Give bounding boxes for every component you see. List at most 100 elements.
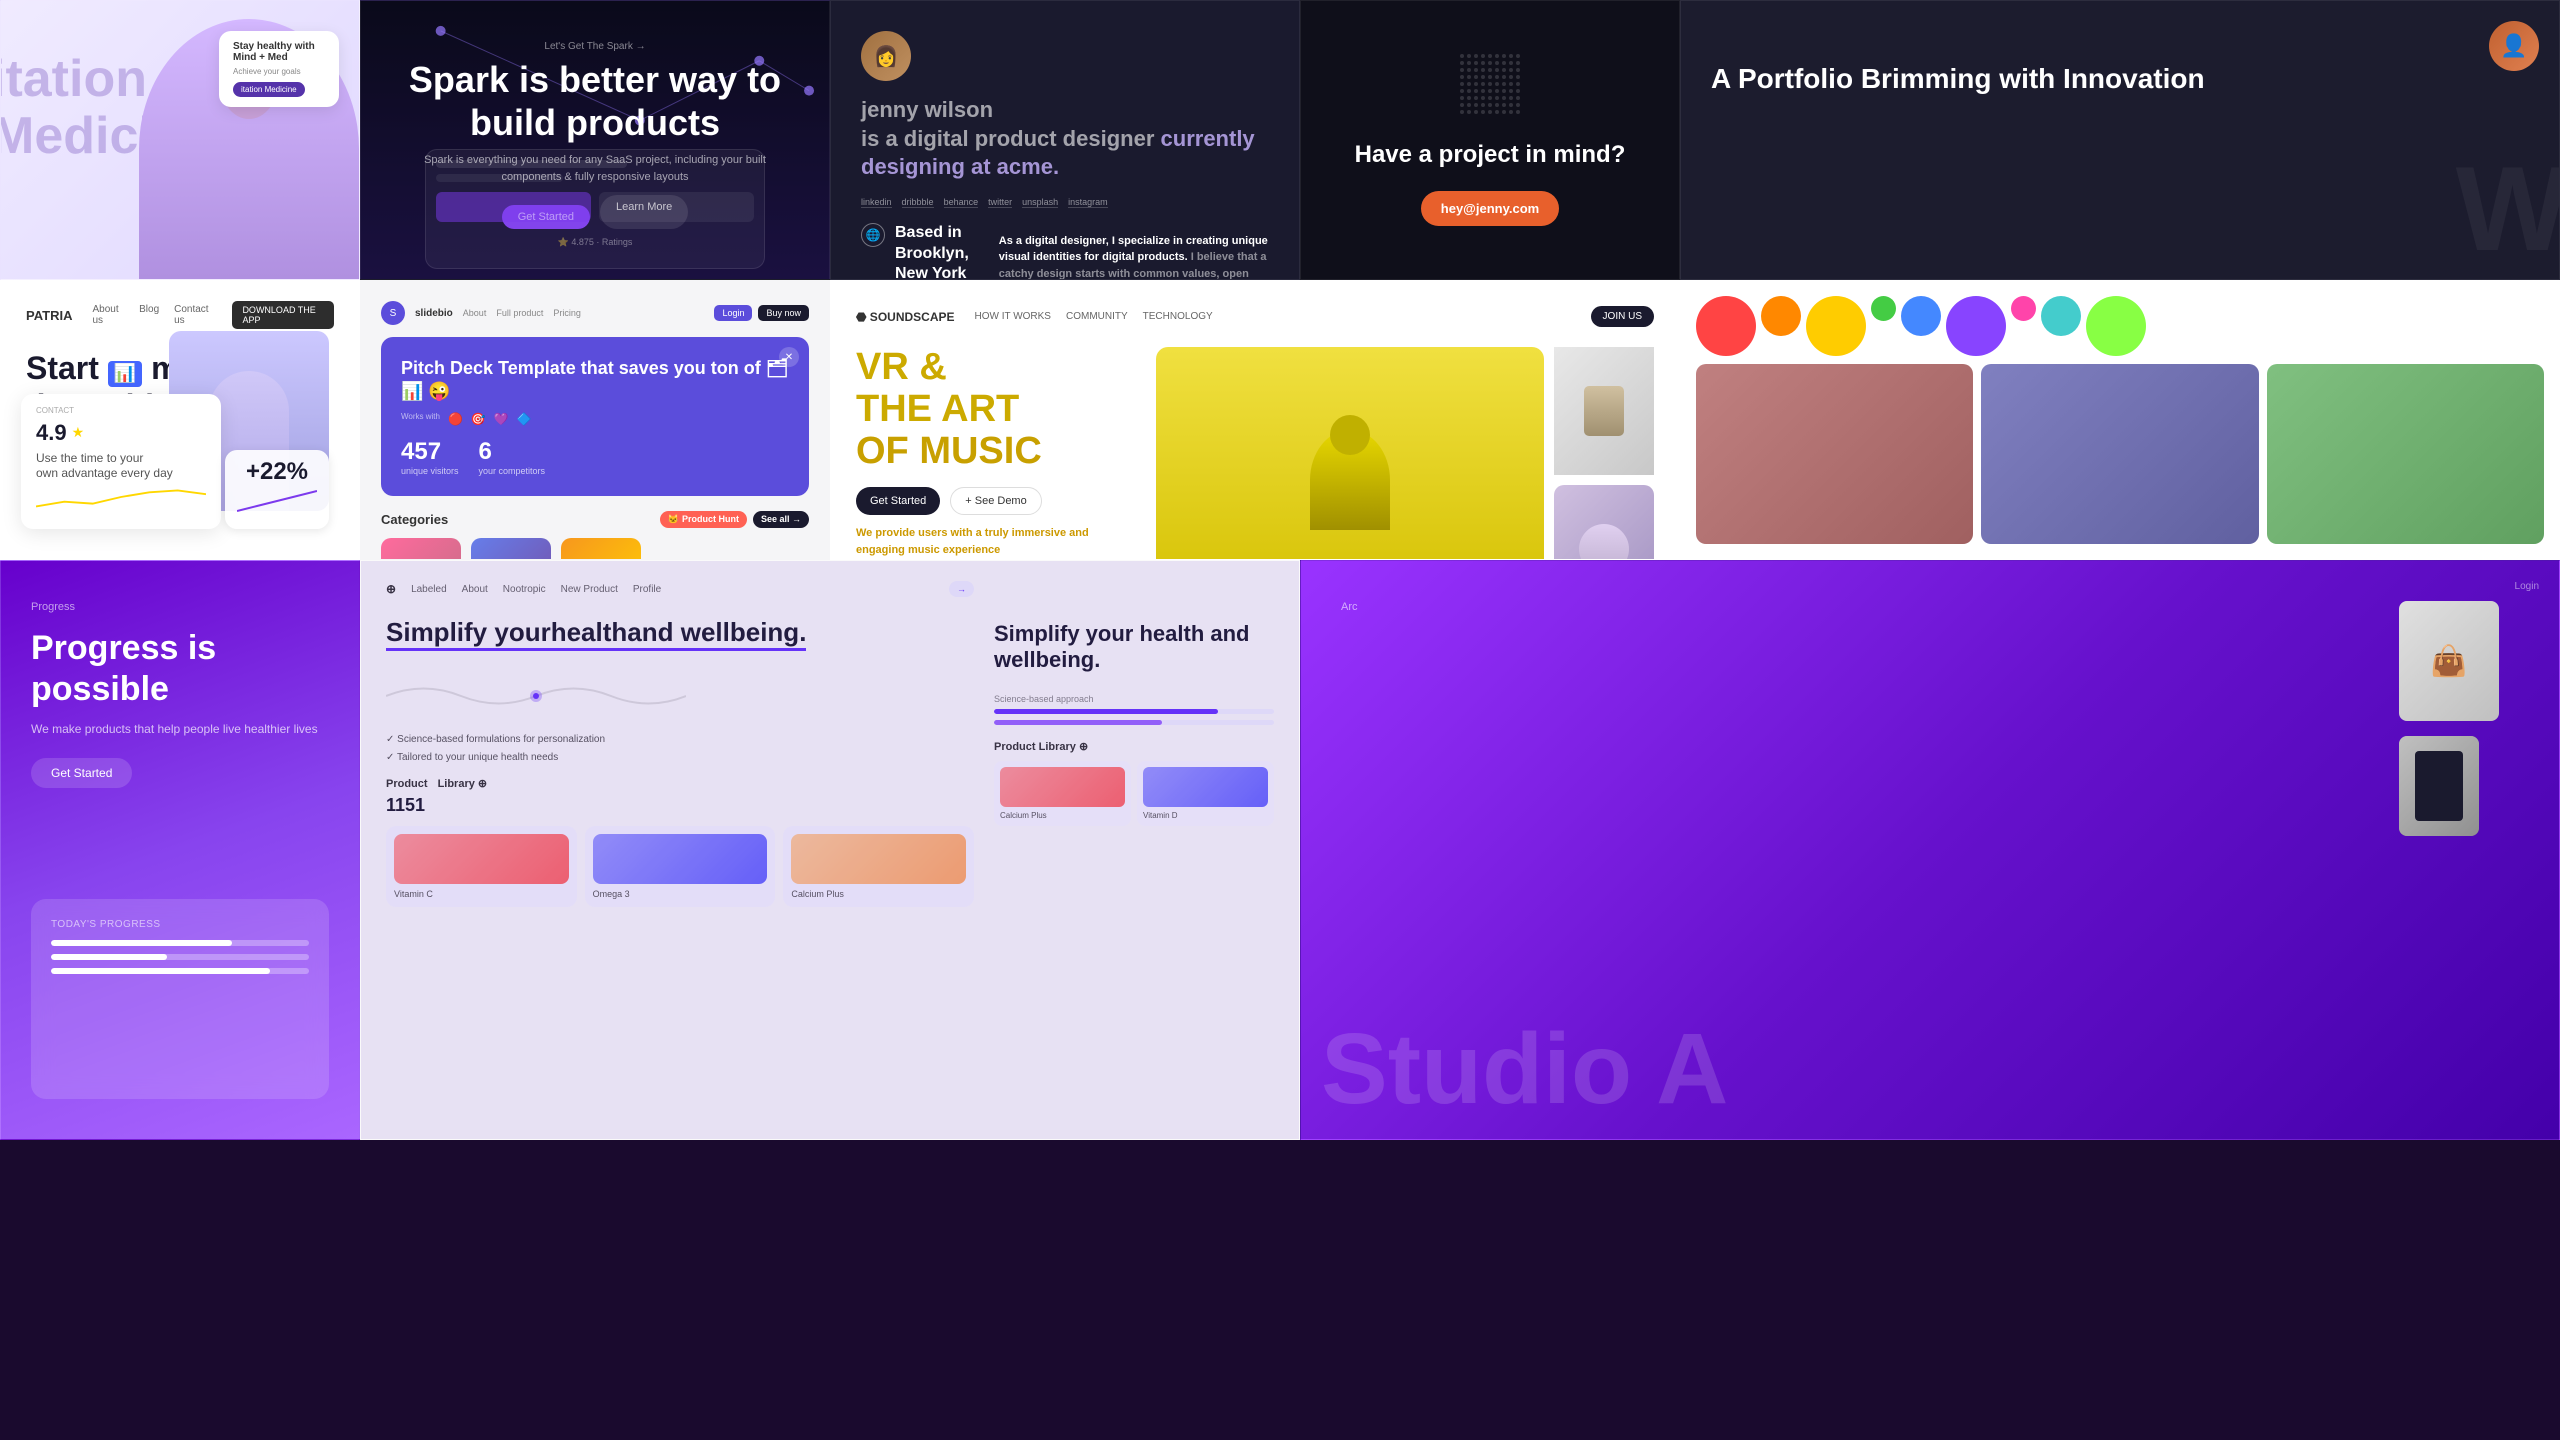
jenny-link-unsplash[interactable]: unsplash	[1022, 197, 1058, 208]
patria-ai-icon: 📊	[108, 361, 142, 387]
vr-get-started-btn[interactable]: Get Started	[856, 487, 940, 515]
studio-tag: Arc	[1341, 601, 2519, 613]
jenny-link-instagram[interactable]: instagram	[1068, 197, 1108, 208]
health-right-product-lib: Product Library ⊕ Calcium Plus Vitamin D	[994, 740, 1274, 826]
colorful-photo-3	[2267, 364, 2544, 544]
health-product-card-1[interactable]: Vitamin C	[386, 826, 577, 907]
patria-download-btn[interactable]: DOWNLOAD THE APP	[232, 301, 334, 329]
pitch-works-with: Works with 🔴 🎯 💜 🔷	[401, 412, 789, 426]
pitch-cat-item-1[interactable]	[381, 538, 461, 560]
progress-bar-2	[51, 954, 309, 960]
pitch-cat-title: Categories 🐱 Product Hunt See all →	[381, 511, 809, 528]
progress-cta-btn[interactable]: Get Started	[31, 758, 132, 788]
health-right-product-1[interactable]: Calcium Plus	[994, 761, 1131, 826]
have-project-content: (function(){ const g = document.currentS…	[1301, 1, 1679, 279]
jenny-globe-icon: 🌐	[861, 223, 885, 247]
card-vr: ⬣ SOUNDSCAPE HOW IT WORKS COMMUNITY TECH…	[830, 280, 1680, 560]
colorful-content	[1681, 281, 2559, 559]
pitch-cat-item-2[interactable]	[471, 538, 551, 560]
health-right-items	[994, 709, 1274, 725]
pitch-login-btn[interactable]: Login	[714, 305, 752, 321]
meditation-start-btn[interactable]: itation Medicine	[233, 82, 305, 97]
health-product-card-2[interactable]: Omega 3	[585, 826, 776, 907]
health-feature-1: ✓ Science-based formulations for persona…	[386, 731, 974, 749]
health-product-name-2: Omega 3	[593, 889, 768, 899]
jenny-link-linkedin[interactable]: linkedin	[861, 197, 892, 208]
vr-join-btn[interactable]: JOIN US	[1591, 306, 1654, 327]
pitch-slidio-label: slidebio	[415, 308, 453, 319]
jenny-link-behance[interactable]: behance	[944, 197, 979, 208]
patria-sparkline-svg	[36, 482, 206, 512]
vr-nav-links: HOW IT WORKS COMMUNITY TECHNOLOGY	[975, 311, 1213, 322]
health-nav-nootropic[interactable]: Nootropic	[503, 584, 546, 595]
pitch-close-btn[interactable]: ✕	[779, 347, 799, 367]
colorful-photo-1	[1696, 364, 1973, 544]
health-nav-about[interactable]: About	[462, 584, 488, 595]
vr-nav-community[interactable]: COMMUNITY	[1066, 311, 1128, 322]
health-right-product-2[interactable]: Vitamin D	[1137, 761, 1274, 826]
jenny-link-twitter[interactable]: twitter	[988, 197, 1012, 208]
vr-description: We provide users with a truly immersive …	[856, 525, 1136, 558]
progress-bars	[51, 940, 309, 974]
jenny-location: 🌐 Based inBrooklyn,New YorkGMT-5 As a di…	[861, 223, 1269, 280]
pitch-header: S slidebio About Full product Pricing Lo…	[381, 301, 809, 325]
health-nav-profile[interactable]: Profile	[633, 584, 661, 595]
jenny-name: jenny wilson is a digital product design…	[861, 96, 1269, 182]
patria-percent-card: +22%	[225, 450, 329, 529]
vr-desc-highlight: immersive and	[1012, 527, 1089, 539]
pitch-nav-pricing[interactable]: Pricing	[553, 308, 581, 318]
health-product-card-3[interactable]: Calcium Plus	[783, 826, 974, 907]
pitch-inner-card: ✕ Pitch Deck Template that saves you ton…	[381, 337, 809, 496]
patria-nav-about[interactable]: About us	[92, 304, 124, 326]
card-have-project: (function(){ const g = document.currentS…	[1300, 0, 1680, 280]
patria-nav-contact[interactable]: Contact us	[174, 304, 212, 326]
jenny-links: linkedin dribbble behance twitter unspla…	[861, 197, 1269, 208]
vr-images: 4.9 ★★★★★ Based on 2,459 reviews	[1156, 347, 1654, 560]
patria-nav-blog[interactable]: Blog	[139, 304, 159, 326]
health-right-features: Science-based approach	[994, 694, 1274, 725]
hp-email-btn[interactable]: hey@jenny.com	[1421, 191, 1559, 226]
vr-main-image: 4.9 ★★★★★ Based on 2,459 reviews	[1156, 347, 1544, 560]
vr-nav-how[interactable]: HOW IT WORKS	[975, 311, 1051, 322]
health-nav-labeled[interactable]: Labeled	[411, 584, 447, 595]
health-right-product-name-1: Calcium Plus	[1000, 811, 1125, 820]
health-product-name-3: Calcium Plus	[791, 889, 966, 899]
pitch-nav-about[interactable]: About	[463, 308, 487, 318]
patria-percent-sparkline	[237, 486, 317, 516]
jenny-content: 👩 jenny wilson is a digital product desi…	[831, 1, 1299, 280]
studio-login-btn[interactable]: Login	[2515, 581, 2539, 592]
health-stat-num: 1151	[386, 795, 974, 816]
spark-main-title: Spark is better way to build products	[405, 58, 785, 144]
jenny-link-dribbble[interactable]: dribbble	[902, 197, 934, 208]
card-studio: Arc Login 👜 Studio A	[1300, 560, 2560, 1140]
card-spark: Let's Get The Spark → Spark is better wa…	[360, 0, 830, 280]
patria-stat-contact: CONTACT	[36, 406, 206, 415]
vr-see-demo-btn[interactable]: + See Demo	[950, 487, 1041, 515]
pitch-content: S slidebio About Full product Pricing Lo…	[361, 281, 829, 559]
progress-title: Progress is possible	[31, 628, 329, 710]
spark-mockup	[425, 149, 765, 269]
vr-text-section: VR & THE ART OF MUSIC Get Started + See …	[856, 347, 1136, 560]
card-meditation: itationMedicine Stay healthy with Mind +…	[0, 0, 360, 280]
card-portfolio: 👤 A Portfolio Brimming with Innovation W	[1680, 0, 2560, 280]
pitch-signup-btn[interactable]: Buy now	[758, 305, 809, 321]
circle-green	[1871, 296, 1896, 321]
patria-nav-links: About us Blog Contact us	[92, 304, 212, 326]
pitch-see-all-btn[interactable]: See all →	[753, 511, 809, 528]
vr-nav-tech[interactable]: TECHNOLOGY	[1143, 311, 1213, 322]
jenny-location-text: Based inBrooklyn,New YorkGMT-5	[895, 223, 969, 280]
pitch-cat-item-3[interactable]	[561, 538, 641, 560]
studio-bag-illustration: 👜	[2399, 601, 2499, 721]
circle-orange	[1761, 296, 1801, 336]
health-nav-new[interactable]: New Product	[561, 584, 618, 595]
vr-secondary-images	[1554, 347, 1654, 560]
health-right-product-img-1	[1000, 767, 1125, 807]
pitch-cat-items	[381, 538, 809, 560]
portfolio-title: A Portfolio Brimming with Innovation	[1711, 61, 2529, 97]
pitch-stat-num-2: 6	[479, 438, 546, 466]
pitch-nav-fullscreen[interactable]: Full product	[496, 308, 543, 318]
portfolio-avatar: 👤	[2489, 21, 2539, 71]
patria-nav: PATRIA About us Blog Contact us DOWNLOAD…	[26, 301, 334, 329]
pitch-ph-badge[interactable]: 🐱 Product Hunt	[660, 511, 747, 528]
health-nav-button[interactable]: →	[949, 581, 974, 597]
